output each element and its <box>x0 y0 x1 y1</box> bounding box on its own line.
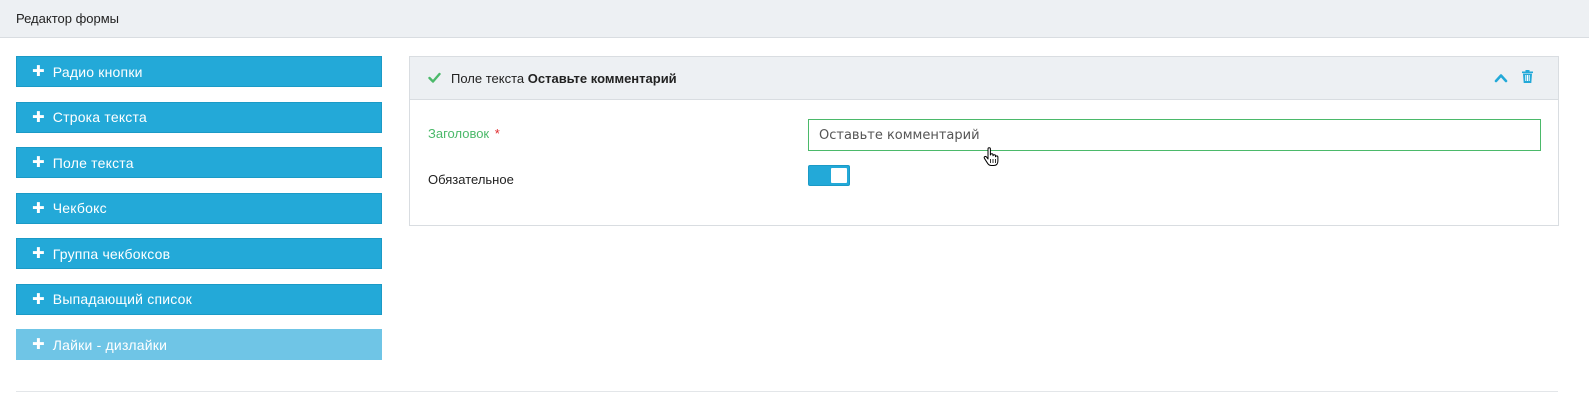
palette-item-label: Чекбокс <box>52 200 107 216</box>
add-radio-button[interactable]: ✚ Радио кнопки <box>16 56 382 87</box>
chevron-up-icon[interactable] <box>1494 71 1508 85</box>
title-label-text: Заголовок <box>428 126 490 141</box>
plus-icon: ✚ <box>32 245 45 262</box>
palette-item-label: Строка текста <box>52 109 147 125</box>
field-editor-header[interactable]: Поле текста Оставьте комментарий <box>410 57 1558 100</box>
palette-item-label: Радио кнопки <box>52 63 143 80</box>
field-editor-title: Поле текста Оставьте комментарий <box>451 71 677 86</box>
plus-icon: ✚ <box>32 154 45 171</box>
footer-divider <box>16 391 1558 392</box>
palette-item-label: Поле текста <box>52 154 134 171</box>
plus-icon: ✚ <box>32 108 45 126</box>
check-icon <box>428 72 441 83</box>
toggle-knob <box>831 168 847 183</box>
add-likes-button: ✚ Лайки - дизлайки <box>16 329 382 360</box>
required-asterisk: * <box>494 126 500 141</box>
field-name-label: Оставьте комментарий <box>527 71 677 86</box>
field-type-label: Поле текста <box>451 71 525 86</box>
field-editor-panel: Поле текста Оставьте комментарий Заголов… <box>409 56 1559 226</box>
page-header: Редактор формы <box>0 0 1589 38</box>
plus-icon: ✚ <box>32 336 45 353</box>
title-field-label: Заголовок * <box>428 126 500 141</box>
palette-item-label: Лайки - дизлайки <box>52 336 168 353</box>
field-palette: ✚ Радио кнопки ✚ Строка текста ✚ Поле те… <box>16 56 382 375</box>
plus-icon: ✚ <box>32 199 45 217</box>
trash-icon[interactable] <box>1522 70 1533 83</box>
title-input[interactable] <box>808 119 1541 151</box>
plus-icon: ✚ <box>32 63 45 80</box>
hand-cursor-icon <box>983 147 999 166</box>
palette-item-label: Выпадающий список <box>52 291 192 307</box>
page-title: Редактор формы <box>16 11 120 26</box>
add-text-line-button[interactable]: ✚ Строка текста <box>16 101 382 133</box>
add-checkbox-button[interactable]: ✚ Чекбокс <box>16 192 382 224</box>
required-field-label: Обязательное <box>428 172 514 187</box>
required-toggle[interactable] <box>808 165 850 186</box>
add-checkbox-group-button[interactable]: ✚ Группа чекбоксов <box>16 238 382 269</box>
add-textarea-button[interactable]: ✚ Поле текста <box>16 147 382 178</box>
plus-icon: ✚ <box>32 290 45 308</box>
palette-item-label: Группа чекбоксов <box>52 245 171 262</box>
add-dropdown-button[interactable]: ✚ Выпадающий список <box>16 283 382 315</box>
